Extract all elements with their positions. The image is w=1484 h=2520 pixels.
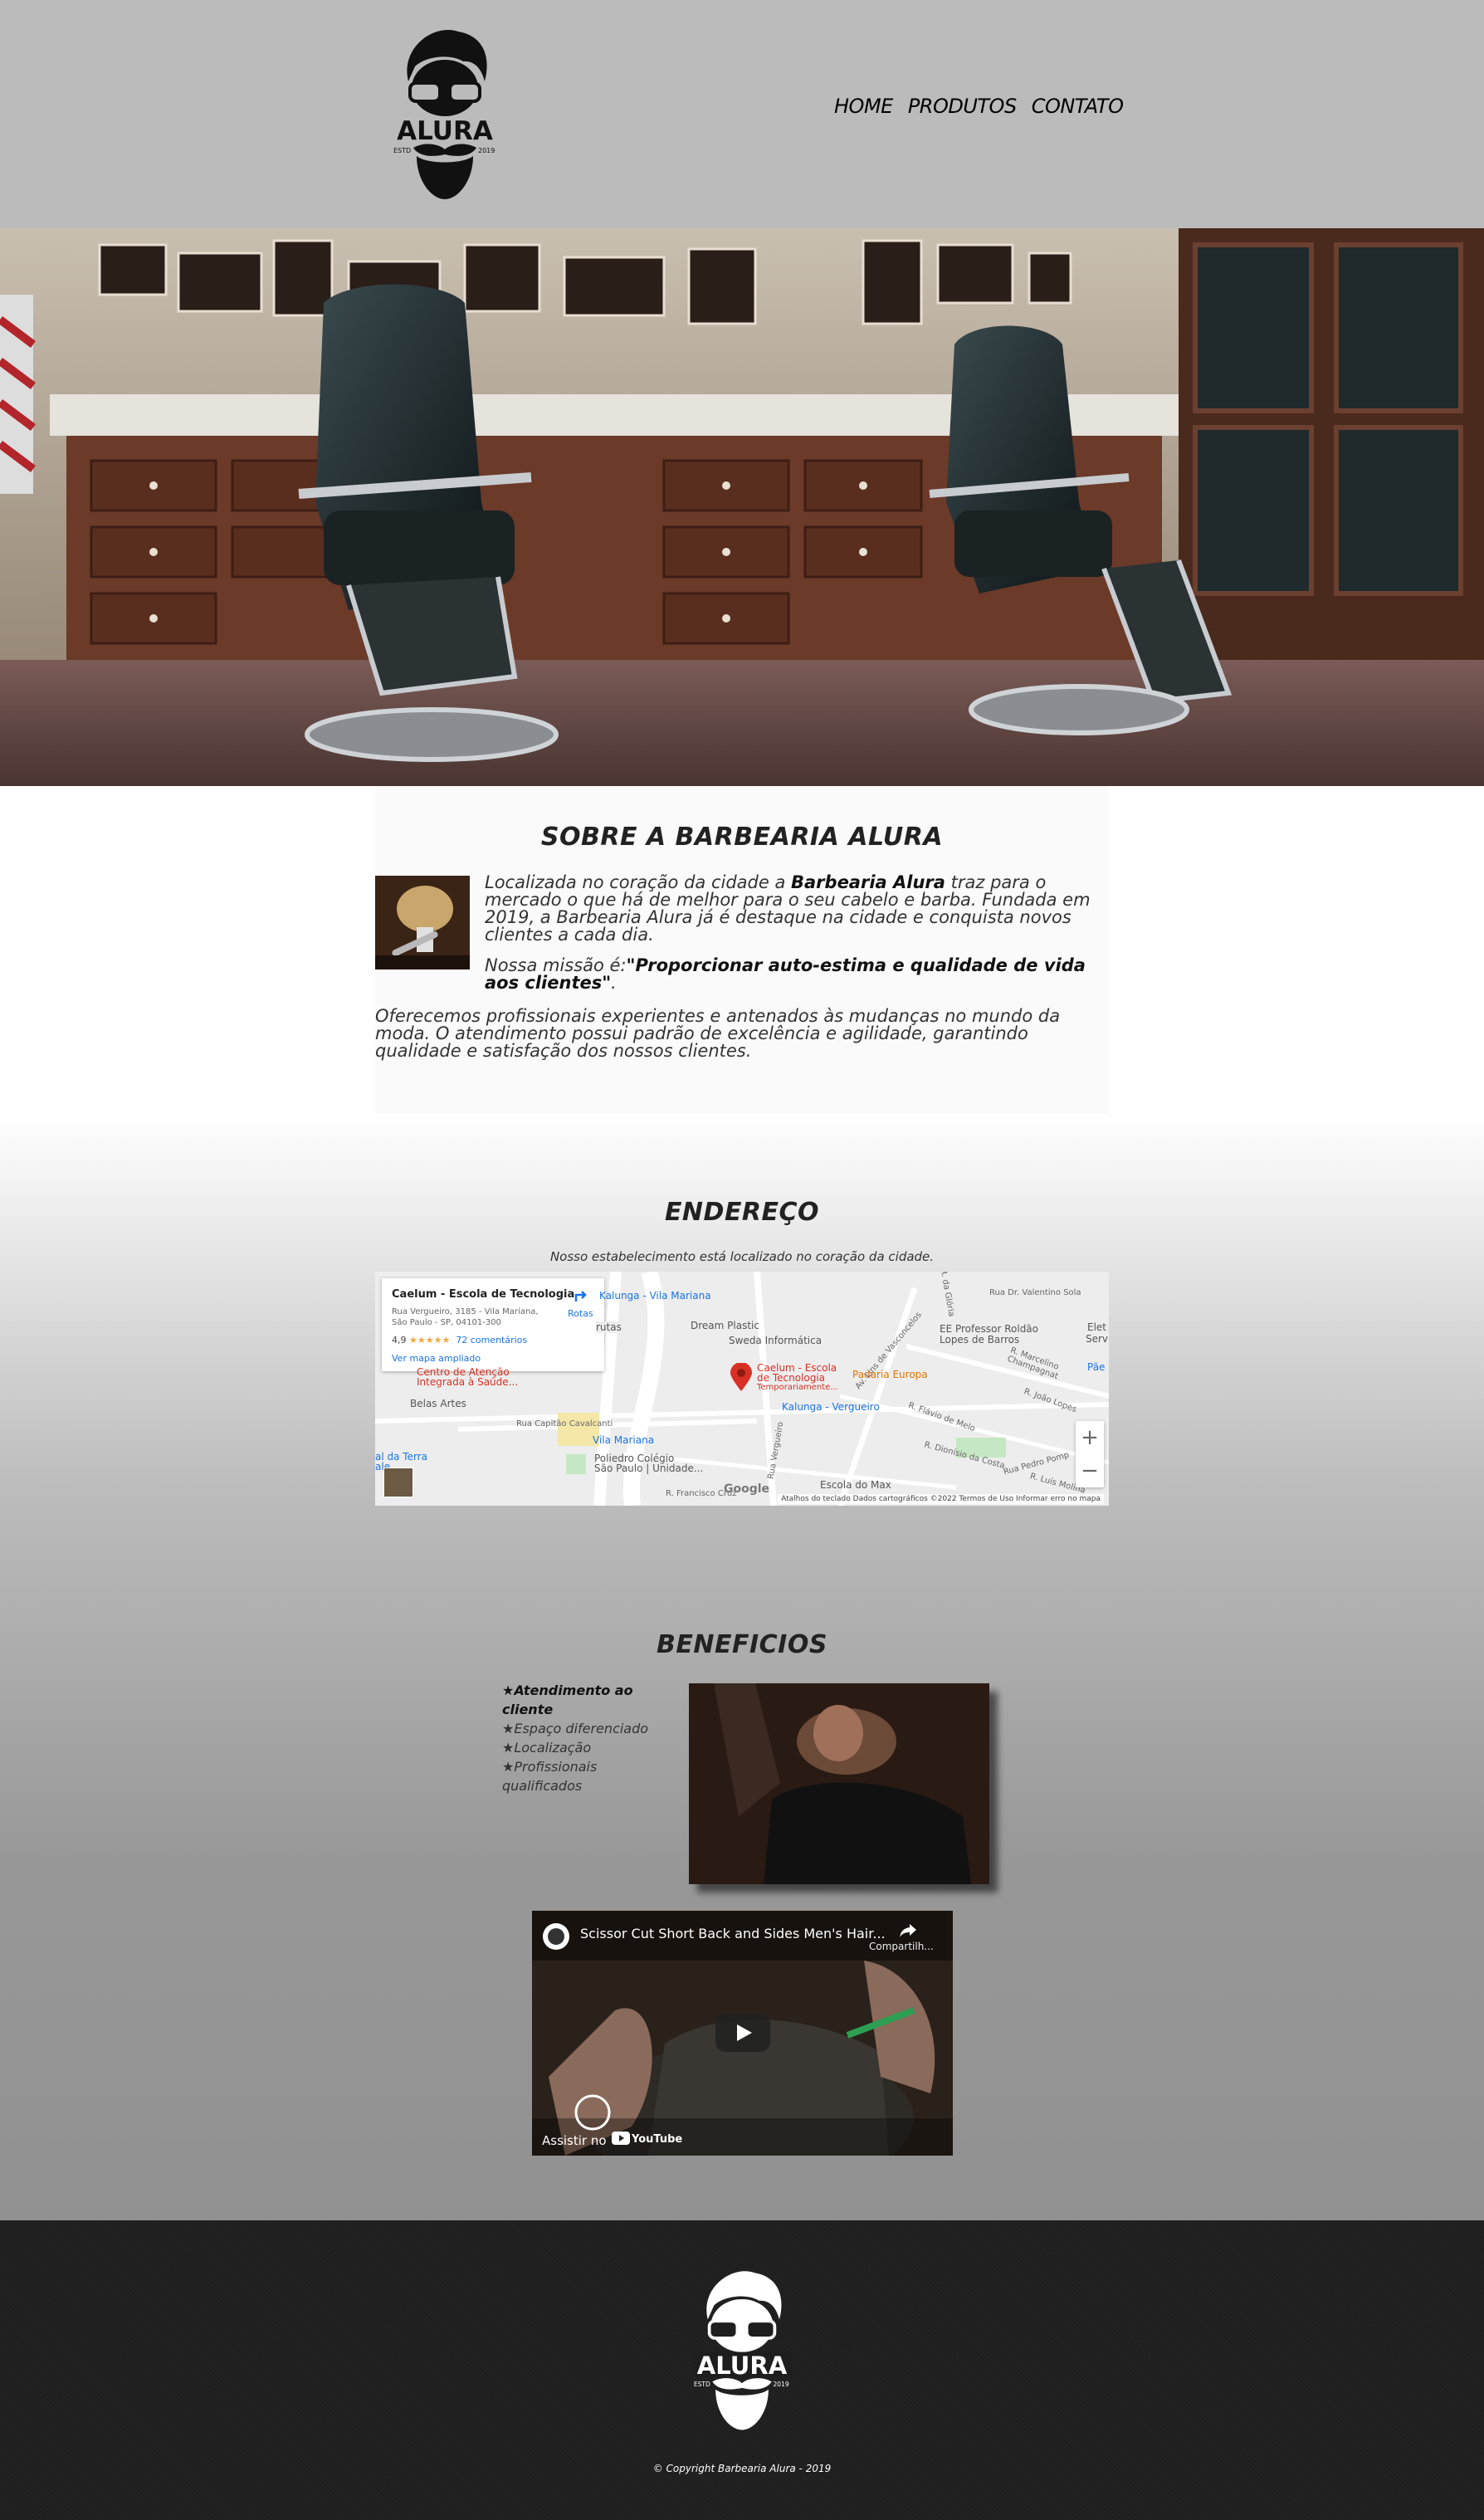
watch-on-label[interactable]: Assistir no (542, 2133, 607, 2148)
hero-banner (0, 228, 1484, 786)
site-header: ALURA ESTD 2019 HOME PRODUTOS CONTATO (0, 0, 1484, 228)
zoom-in-button[interactable]: + (1076, 1421, 1104, 1454)
rating-value: 4,9 (392, 1335, 407, 1345)
about-paragraph-3: Oferecemos profissionais experientes e a… (375, 1006, 1061, 1061)
google-logo: Google (724, 1482, 769, 1496)
map-label: EE Professor Roldão (940, 1323, 1039, 1335)
benefits-image (689, 1683, 989, 1884)
pin-label-2: de Tecnologia (757, 1372, 826, 1384)
alura-logo[interactable]: ALURA ESTD 2019 (392, 23, 498, 201)
pin-label-3: Temporariamente... (757, 1383, 838, 1392)
directions-label[interactable]: Rotas (568, 1308, 593, 1319)
channel-avatar-icon[interactable] (542, 1922, 570, 1951)
bigger-map-link[interactable]: Ver mapa ampliado (392, 1353, 481, 1364)
place-name: Caelum - Escola de Tecnologia (392, 1288, 575, 1301)
footer-alura-logo[interactable]: ALURA ESTD 2019 (692, 2264, 792, 2433)
map-label: Belas Artes (410, 1398, 466, 1409)
map-label: Servic (1086, 1333, 1109, 1345)
map-pin-icon[interactable] (730, 1363, 752, 1391)
site-footer: ALURA ESTD 2019 © Copyright Barbearia Al… (0, 2220, 1484, 2520)
place-address: Rua Vergueiro, 3185 - Vila Mariana, São … (392, 1307, 539, 1327)
shaving-brush-photo (375, 876, 470, 969)
map-footer[interactable]: Atalhos do teclado Dados cartográficos ©… (778, 1494, 1104, 1504)
review-count[interactable]: 72 comentários (456, 1335, 527, 1345)
nav-home[interactable]: HOME (834, 95, 893, 118)
footer-logo-est: ESTD (694, 2381, 710, 2388)
footer-logo-text: ALURA (697, 2352, 788, 2380)
rating-stars: ★★★★★ (409, 1335, 451, 1345)
about-box: SOBRE A BARBEARIA ALURA Localizada no co… (375, 786, 1109, 1114)
about-paragraph-1: Localizada no coração da cidade a Barbea… (485, 874, 1109, 944)
map-label: Vila Mariana (593, 1434, 655, 1446)
mission-end: . (611, 973, 617, 993)
map-label: Rua Dr. Valentino Sola (989, 1288, 1081, 1297)
benefits-list: ★Atendimento ao cliente ★Espaço diferenc… (502, 1681, 676, 1795)
benefits-title: BENEFICIOS (657, 1630, 827, 1659)
map-label: Integrada à Saúde... (417, 1376, 519, 1388)
list-item: ★Espaço diferenciado (502, 1721, 649, 1736)
watch-later-icon[interactable] (574, 2093, 612, 2132)
address-subtitle: Nosso estabelecimento está localizado no… (549, 1249, 935, 1264)
youtube-video[interactable]: Scissor Cut Short Back and Sides Men's H… (532, 1911, 953, 2156)
logo-est: ESTD (393, 147, 411, 154)
logo-text: ALURA (397, 116, 493, 146)
about-title: SOBRE A BARBEARIA ALURA (540, 823, 944, 852)
google-map[interactable]: Caelum - Escola de Tecnologia Rua Vergue… (375, 1272, 1109, 1506)
barber-shaving-photo (689, 1683, 989, 1884)
map-label: Elet (1087, 1321, 1107, 1333)
share-label[interactable]: Compartilh... (869, 1941, 934, 1952)
list-item: ★Atendimento ao cliente (502, 1682, 633, 1717)
barbershop-photo (0, 228, 1484, 786)
nav-produtos[interactable]: PRODUTOS (908, 95, 1017, 118)
about-mission: Nossa missão é:"Proporcionar auto-estima… (485, 957, 1109, 992)
directions-icon[interactable] (573, 1287, 589, 1303)
share-icon[interactable] (899, 1922, 917, 1939)
map-label: Lopes de Barros (940, 1334, 1020, 1345)
nav-contato[interactable]: CONTATO (1032, 95, 1124, 118)
place-rating: 4,9 ★★★★★ 72 comentários (392, 1335, 527, 1345)
video-title[interactable]: Scissor Cut Short Back and Sides Men's H… (580, 1926, 886, 1941)
map-label: rutas (596, 1321, 622, 1333)
map-label: Escola do Max (820, 1479, 891, 1491)
map-label: São Paulo | Unidade... (594, 1463, 704, 1474)
play-button-icon[interactable] (715, 2014, 770, 2052)
youtube-icon[interactable] (612, 2132, 630, 2146)
youtube-label[interactable]: YouTube (632, 2133, 682, 2146)
map-label: Kalunga - Vila Mariana (599, 1290, 711, 1302)
map-label: Kalunga - Vergueiro (782, 1401, 880, 1413)
address-title: ENDEREÇO (664, 1198, 820, 1227)
logo-year: 2019 (478, 147, 495, 154)
list-item: ★Profissionais qualificados (502, 1759, 598, 1794)
google-text: Google (724, 1482, 770, 1496)
list-item: ★Localização (502, 1740, 592, 1756)
zoom-out-button[interactable]: − (1076, 1454, 1104, 1487)
map-label: Pãe (1087, 1361, 1106, 1373)
map-label: Dream Plastic (691, 1320, 759, 1331)
about-section: SOBRE A BARBEARIA ALURA Localizada no co… (0, 786, 1484, 1114)
main-nav: HOME PRODUTOS CONTATO (834, 95, 1124, 118)
copyright-text: © Copyright Barbearia Alura - 2019 (652, 2463, 832, 2474)
street-view-thumbnail[interactable] (383, 1468, 413, 1497)
footer-logo-year: 2019 (774, 2381, 789, 2388)
middle-section: ENDEREÇO Nosso estabelecimento está loca… (0, 1114, 1484, 2220)
zoom-controls: + − (1076, 1421, 1104, 1487)
map-label: Sweda Informática (729, 1335, 823, 1346)
place-card: Caelum - Escola de Tecnologia Rua Vergue… (382, 1278, 604, 1371)
map-label: Rua Capitão Cavalcanti (516, 1419, 613, 1428)
